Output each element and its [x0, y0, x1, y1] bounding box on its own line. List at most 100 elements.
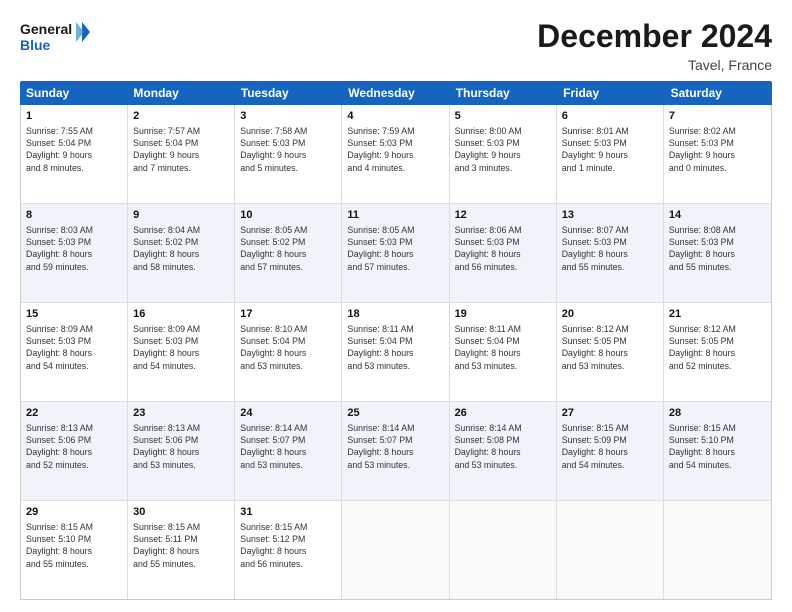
calendar-cell-6: 6Sunrise: 8:01 AM Sunset: 5:03 PM Daylig… — [557, 105, 664, 203]
calendar-cell-24: 24Sunrise: 8:14 AM Sunset: 5:07 PM Dayli… — [235, 402, 342, 500]
svg-text:Blue: Blue — [20, 37, 51, 53]
calendar-cell-3: 3Sunrise: 7:58 AM Sunset: 5:03 PM Daylig… — [235, 105, 342, 203]
calendar-cell-2: 2Sunrise: 7:57 AM Sunset: 5:04 PM Daylig… — [128, 105, 235, 203]
day-number: 5 — [455, 109, 551, 124]
day-info: Sunrise: 7:58 AM Sunset: 5:03 PM Dayligh… — [240, 125, 336, 174]
day-number: 4 — [347, 109, 443, 124]
calendar-week-3: 15Sunrise: 8:09 AM Sunset: 5:03 PM Dayli… — [21, 303, 771, 402]
day-number: 20 — [562, 307, 658, 322]
day-info: Sunrise: 7:55 AM Sunset: 5:04 PM Dayligh… — [26, 125, 122, 174]
header-day-wednesday: Wednesday — [342, 81, 449, 105]
day-number: 29 — [26, 505, 122, 520]
logo: General Blue — [20, 18, 90, 56]
day-info: Sunrise: 8:05 AM Sunset: 5:03 PM Dayligh… — [347, 224, 443, 273]
calendar-cell-28: 28Sunrise: 8:15 AM Sunset: 5:10 PM Dayli… — [664, 402, 771, 500]
calendar-cell-5: 5Sunrise: 8:00 AM Sunset: 5:03 PM Daylig… — [450, 105, 557, 203]
day-info: Sunrise: 8:02 AM Sunset: 5:03 PM Dayligh… — [669, 125, 766, 174]
day-number: 8 — [26, 208, 122, 223]
day-number: 28 — [669, 406, 766, 421]
day-info: Sunrise: 8:12 AM Sunset: 5:05 PM Dayligh… — [562, 323, 658, 372]
logo-svg: General Blue — [20, 18, 90, 56]
day-info: Sunrise: 8:12 AM Sunset: 5:05 PM Dayligh… — [669, 323, 766, 372]
calendar-cell-23: 23Sunrise: 8:13 AM Sunset: 5:06 PM Dayli… — [128, 402, 235, 500]
calendar: SundayMondayTuesdayWednesdayThursdayFrid… — [20, 81, 772, 600]
day-info: Sunrise: 8:08 AM Sunset: 5:03 PM Dayligh… — [669, 224, 766, 273]
header-day-friday: Friday — [557, 81, 664, 105]
day-info: Sunrise: 8:03 AM Sunset: 5:03 PM Dayligh… — [26, 224, 122, 273]
day-number: 18 — [347, 307, 443, 322]
day-info: Sunrise: 8:00 AM Sunset: 5:03 PM Dayligh… — [455, 125, 551, 174]
header-day-tuesday: Tuesday — [235, 81, 342, 105]
day-number: 9 — [133, 208, 229, 223]
calendar-cell-17: 17Sunrise: 8:10 AM Sunset: 5:04 PM Dayli… — [235, 303, 342, 401]
page-header: General Blue December 2024 Tavel, France — [20, 18, 772, 73]
calendar-cell-14: 14Sunrise: 8:08 AM Sunset: 5:03 PM Dayli… — [664, 204, 771, 302]
calendar-cell-20: 20Sunrise: 8:12 AM Sunset: 5:05 PM Dayli… — [557, 303, 664, 401]
calendar-cell-30: 30Sunrise: 8:15 AM Sunset: 5:11 PM Dayli… — [128, 501, 235, 599]
day-number: 31 — [240, 505, 336, 520]
day-number: 26 — [455, 406, 551, 421]
day-number: 23 — [133, 406, 229, 421]
calendar-cell-11: 11Sunrise: 8:05 AM Sunset: 5:03 PM Dayli… — [342, 204, 449, 302]
day-info: Sunrise: 8:06 AM Sunset: 5:03 PM Dayligh… — [455, 224, 551, 273]
day-info: Sunrise: 8:15 AM Sunset: 5:10 PM Dayligh… — [669, 422, 766, 471]
day-number: 6 — [562, 109, 658, 124]
calendar-week-4: 22Sunrise: 8:13 AM Sunset: 5:06 PM Dayli… — [21, 402, 771, 501]
day-info: Sunrise: 8:15 AM Sunset: 5:12 PM Dayligh… — [240, 521, 336, 570]
calendar-cell-16: 16Sunrise: 8:09 AM Sunset: 5:03 PM Dayli… — [128, 303, 235, 401]
day-number: 25 — [347, 406, 443, 421]
day-number: 19 — [455, 307, 551, 322]
calendar-cell-29: 29Sunrise: 8:15 AM Sunset: 5:10 PM Dayli… — [21, 501, 128, 599]
day-info: Sunrise: 8:15 AM Sunset: 5:11 PM Dayligh… — [133, 521, 229, 570]
calendar-cell-empty — [664, 501, 771, 599]
calendar-body: 1Sunrise: 7:55 AM Sunset: 5:04 PM Daylig… — [20, 105, 772, 600]
day-info: Sunrise: 7:57 AM Sunset: 5:04 PM Dayligh… — [133, 125, 229, 174]
day-info: Sunrise: 8:13 AM Sunset: 5:06 PM Dayligh… — [133, 422, 229, 471]
day-number: 27 — [562, 406, 658, 421]
calendar-cell-12: 12Sunrise: 8:06 AM Sunset: 5:03 PM Dayli… — [450, 204, 557, 302]
calendar-cell-25: 25Sunrise: 8:14 AM Sunset: 5:07 PM Dayli… — [342, 402, 449, 500]
calendar-cell-22: 22Sunrise: 8:13 AM Sunset: 5:06 PM Dayli… — [21, 402, 128, 500]
day-info: Sunrise: 8:07 AM Sunset: 5:03 PM Dayligh… — [562, 224, 658, 273]
calendar-cell-19: 19Sunrise: 8:11 AM Sunset: 5:04 PM Dayli… — [450, 303, 557, 401]
day-number: 3 — [240, 109, 336, 124]
day-number: 11 — [347, 208, 443, 223]
day-number: 21 — [669, 307, 766, 322]
day-info: Sunrise: 8:15 AM Sunset: 5:09 PM Dayligh… — [562, 422, 658, 471]
calendar-cell-empty — [342, 501, 449, 599]
day-info: Sunrise: 8:13 AM Sunset: 5:06 PM Dayligh… — [26, 422, 122, 471]
day-info: Sunrise: 7:59 AM Sunset: 5:03 PM Dayligh… — [347, 125, 443, 174]
month-title: December 2024 — [537, 18, 772, 55]
day-info: Sunrise: 8:14 AM Sunset: 5:08 PM Dayligh… — [455, 422, 551, 471]
calendar-cell-27: 27Sunrise: 8:15 AM Sunset: 5:09 PM Dayli… — [557, 402, 664, 500]
day-number: 16 — [133, 307, 229, 322]
day-info: Sunrise: 8:10 AM Sunset: 5:04 PM Dayligh… — [240, 323, 336, 372]
svg-text:General: General — [20, 21, 72, 37]
day-info: Sunrise: 8:05 AM Sunset: 5:02 PM Dayligh… — [240, 224, 336, 273]
day-info: Sunrise: 8:04 AM Sunset: 5:02 PM Dayligh… — [133, 224, 229, 273]
day-number: 30 — [133, 505, 229, 520]
day-info: Sunrise: 8:14 AM Sunset: 5:07 PM Dayligh… — [240, 422, 336, 471]
calendar-cell-13: 13Sunrise: 8:07 AM Sunset: 5:03 PM Dayli… — [557, 204, 664, 302]
calendar-cell-empty — [557, 501, 664, 599]
location: Tavel, France — [537, 57, 772, 73]
calendar-cell-1: 1Sunrise: 7:55 AM Sunset: 5:04 PM Daylig… — [21, 105, 128, 203]
calendar-week-5: 29Sunrise: 8:15 AM Sunset: 5:10 PM Dayli… — [21, 501, 771, 599]
day-number: 22 — [26, 406, 122, 421]
calendar-cell-31: 31Sunrise: 8:15 AM Sunset: 5:12 PM Dayli… — [235, 501, 342, 599]
calendar-cell-15: 15Sunrise: 8:09 AM Sunset: 5:03 PM Dayli… — [21, 303, 128, 401]
calendar-cell-9: 9Sunrise: 8:04 AM Sunset: 5:02 PM Daylig… — [128, 204, 235, 302]
day-info: Sunrise: 8:11 AM Sunset: 5:04 PM Dayligh… — [455, 323, 551, 372]
day-number: 24 — [240, 406, 336, 421]
day-info: Sunrise: 8:09 AM Sunset: 5:03 PM Dayligh… — [133, 323, 229, 372]
day-number: 7 — [669, 109, 766, 124]
day-info: Sunrise: 8:09 AM Sunset: 5:03 PM Dayligh… — [26, 323, 122, 372]
calendar-cell-8: 8Sunrise: 8:03 AM Sunset: 5:03 PM Daylig… — [21, 204, 128, 302]
day-number: 1 — [26, 109, 122, 124]
calendar-cell-7: 7Sunrise: 8:02 AM Sunset: 5:03 PM Daylig… — [664, 105, 771, 203]
day-number: 13 — [562, 208, 658, 223]
day-number: 12 — [455, 208, 551, 223]
day-info: Sunrise: 8:01 AM Sunset: 5:03 PM Dayligh… — [562, 125, 658, 174]
calendar-cell-empty — [450, 501, 557, 599]
calendar-week-1: 1Sunrise: 7:55 AM Sunset: 5:04 PM Daylig… — [21, 105, 771, 204]
